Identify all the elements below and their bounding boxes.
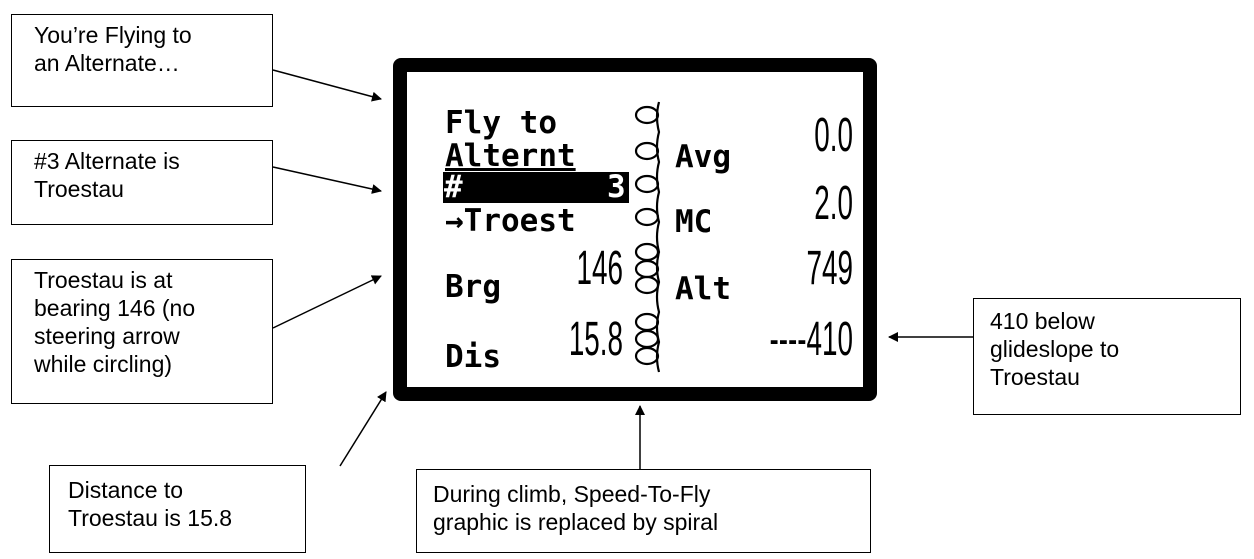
- arrow-alternate-number: [272, 166, 382, 194]
- arrow-distance: [339, 391, 387, 467]
- pointer-arrows: [272, 69, 973, 469]
- arrow-flying-alternate: [272, 69, 382, 102]
- arrow-bearing: [272, 275, 382, 329]
